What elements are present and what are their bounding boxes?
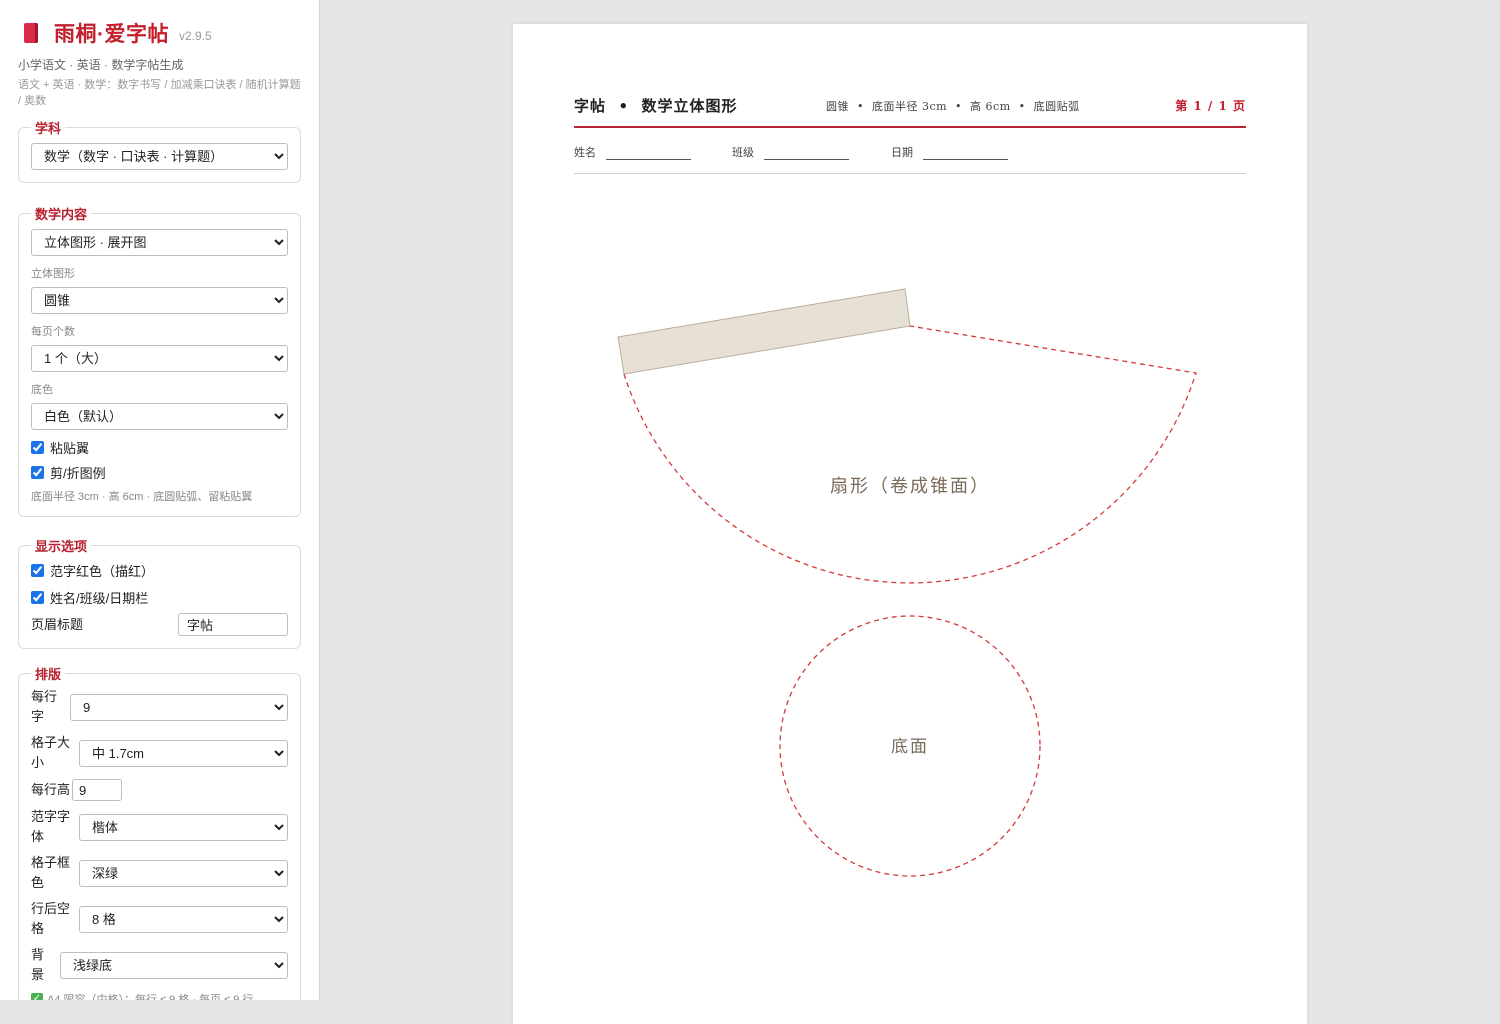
brand: 雨桐·爱字帖 v2.9.5 xyxy=(18,18,301,48)
per-page-label: 每页个数 xyxy=(31,326,75,338)
info-bar-checkbox[interactable] xyxy=(31,591,44,604)
app-title: 雨桐·爱字帖 xyxy=(54,23,169,46)
sidebar: 雨桐·爱字帖 v2.9.5 小学语文 · 英语 · 数学字帖生成 语文 + 英语… xyxy=(0,0,320,1000)
base-label: 底面 xyxy=(891,737,929,757)
info-bar-option[interactable]: 姓名/班级/日期栏 xyxy=(31,588,288,607)
shape-label: 立体图形 xyxy=(31,268,75,280)
background-label: 背景 xyxy=(31,947,45,982)
background-select[interactable]: 浅绿底 xyxy=(60,951,288,979)
subject-legend: 学科 xyxy=(35,121,62,136)
book-icon xyxy=(24,23,38,43)
math-content-select[interactable]: 立体图形 · 展开图 xyxy=(31,229,288,256)
cell-size-select[interactable]: 中 1.7cm xyxy=(79,739,288,767)
font-select[interactable]: 楷体 xyxy=(79,813,288,841)
blank-cells-select[interactable]: 8 格 xyxy=(79,905,288,933)
shape-hint: 底面半径 3cm · 高 6cm · 底圆贴弧、留粘贴翼 xyxy=(31,491,253,503)
per-row-label: 每行字 xyxy=(31,689,58,724)
per-row-select[interactable]: 9 xyxy=(70,693,288,721)
red-trace-checkbox[interactable] xyxy=(31,564,44,577)
cone-net-diagram: 扇形（卷成锥面） 底面 xyxy=(617,288,1197,877)
bg-color-label: 底色 xyxy=(31,384,53,396)
cut-fold-option[interactable]: 剪/折图例 xyxy=(31,463,288,482)
glue-tab xyxy=(617,288,911,375)
cell-size-label: 格子大小 xyxy=(31,735,71,770)
glue-tab-option[interactable]: 粘贴翼 xyxy=(31,438,288,457)
app-subtitle: 小学语文 · 英语 · 数学字帖生成 xyxy=(18,58,184,72)
layout-panel: 排版 每行字 9 格子大小 中 1.7cm 每行高 范字字体 楷体 格子框色 深… xyxy=(18,664,301,1000)
subject-select[interactable]: 数学（数字 · 口诀表 · 计算题） xyxy=(31,143,288,170)
row-height-label: 每行高 xyxy=(31,782,71,797)
border-color-label: 格子框色 xyxy=(31,855,71,890)
bg-color-select[interactable]: 白色（默认） xyxy=(31,403,288,430)
border-color-select[interactable]: 深绿 xyxy=(79,859,288,887)
sector-outline xyxy=(623,325,1197,584)
display-legend: 显示选项 xyxy=(35,539,88,554)
sector-label: 扇形（卷成锥面） xyxy=(830,476,990,497)
math-content-legend: 数学内容 xyxy=(35,207,88,222)
header-title-input[interactable] xyxy=(178,613,288,636)
row-height-input[interactable] xyxy=(72,779,123,801)
app-subtitle-detail: 语文 + 英语 · 数学：数字书写 / 加减乘口诀表 / 随机计算题 / 奥数 xyxy=(18,79,301,107)
display-panel: 显示选项 范字红色（描红） 姓名/班级/日期栏 页眉标题 xyxy=(18,536,301,649)
red-trace-option[interactable]: 范字红色（描红） xyxy=(31,561,288,580)
app-version: v2.9.5 xyxy=(179,28,212,43)
capacity-note: A4 限容（中格）：每行 ≤ 9 格 · 每页 ≤ 9 行 xyxy=(47,994,254,1000)
cut-fold-checkbox[interactable] xyxy=(31,466,44,479)
worksheet-page: 字帖 • 数学立体图形 圆锥 • 底面半径 3cm • 高 6cm • 底圆贴弧… xyxy=(513,24,1307,1024)
check-mark-icon: ✓ xyxy=(31,993,43,1000)
shape-select[interactable]: 圆锥 xyxy=(31,287,288,314)
per-page-select[interactable]: 1 个（大） xyxy=(31,345,288,372)
subject-panel: 学科 数学（数字 · 口诀表 · 计算题） xyxy=(18,118,301,183)
layout-legend: 排版 xyxy=(35,667,62,682)
glue-tab-checkbox[interactable] xyxy=(31,441,44,454)
blank-cells-label: 行后空格 xyxy=(31,901,71,936)
math-content-panel: 数学内容 立体图形 · 展开图 立体图形 圆锥 每页个数 1 个（大） 底色 白… xyxy=(18,204,301,517)
header-title-label: 页眉标题 xyxy=(31,616,84,632)
font-label: 范字字体 xyxy=(31,809,71,844)
